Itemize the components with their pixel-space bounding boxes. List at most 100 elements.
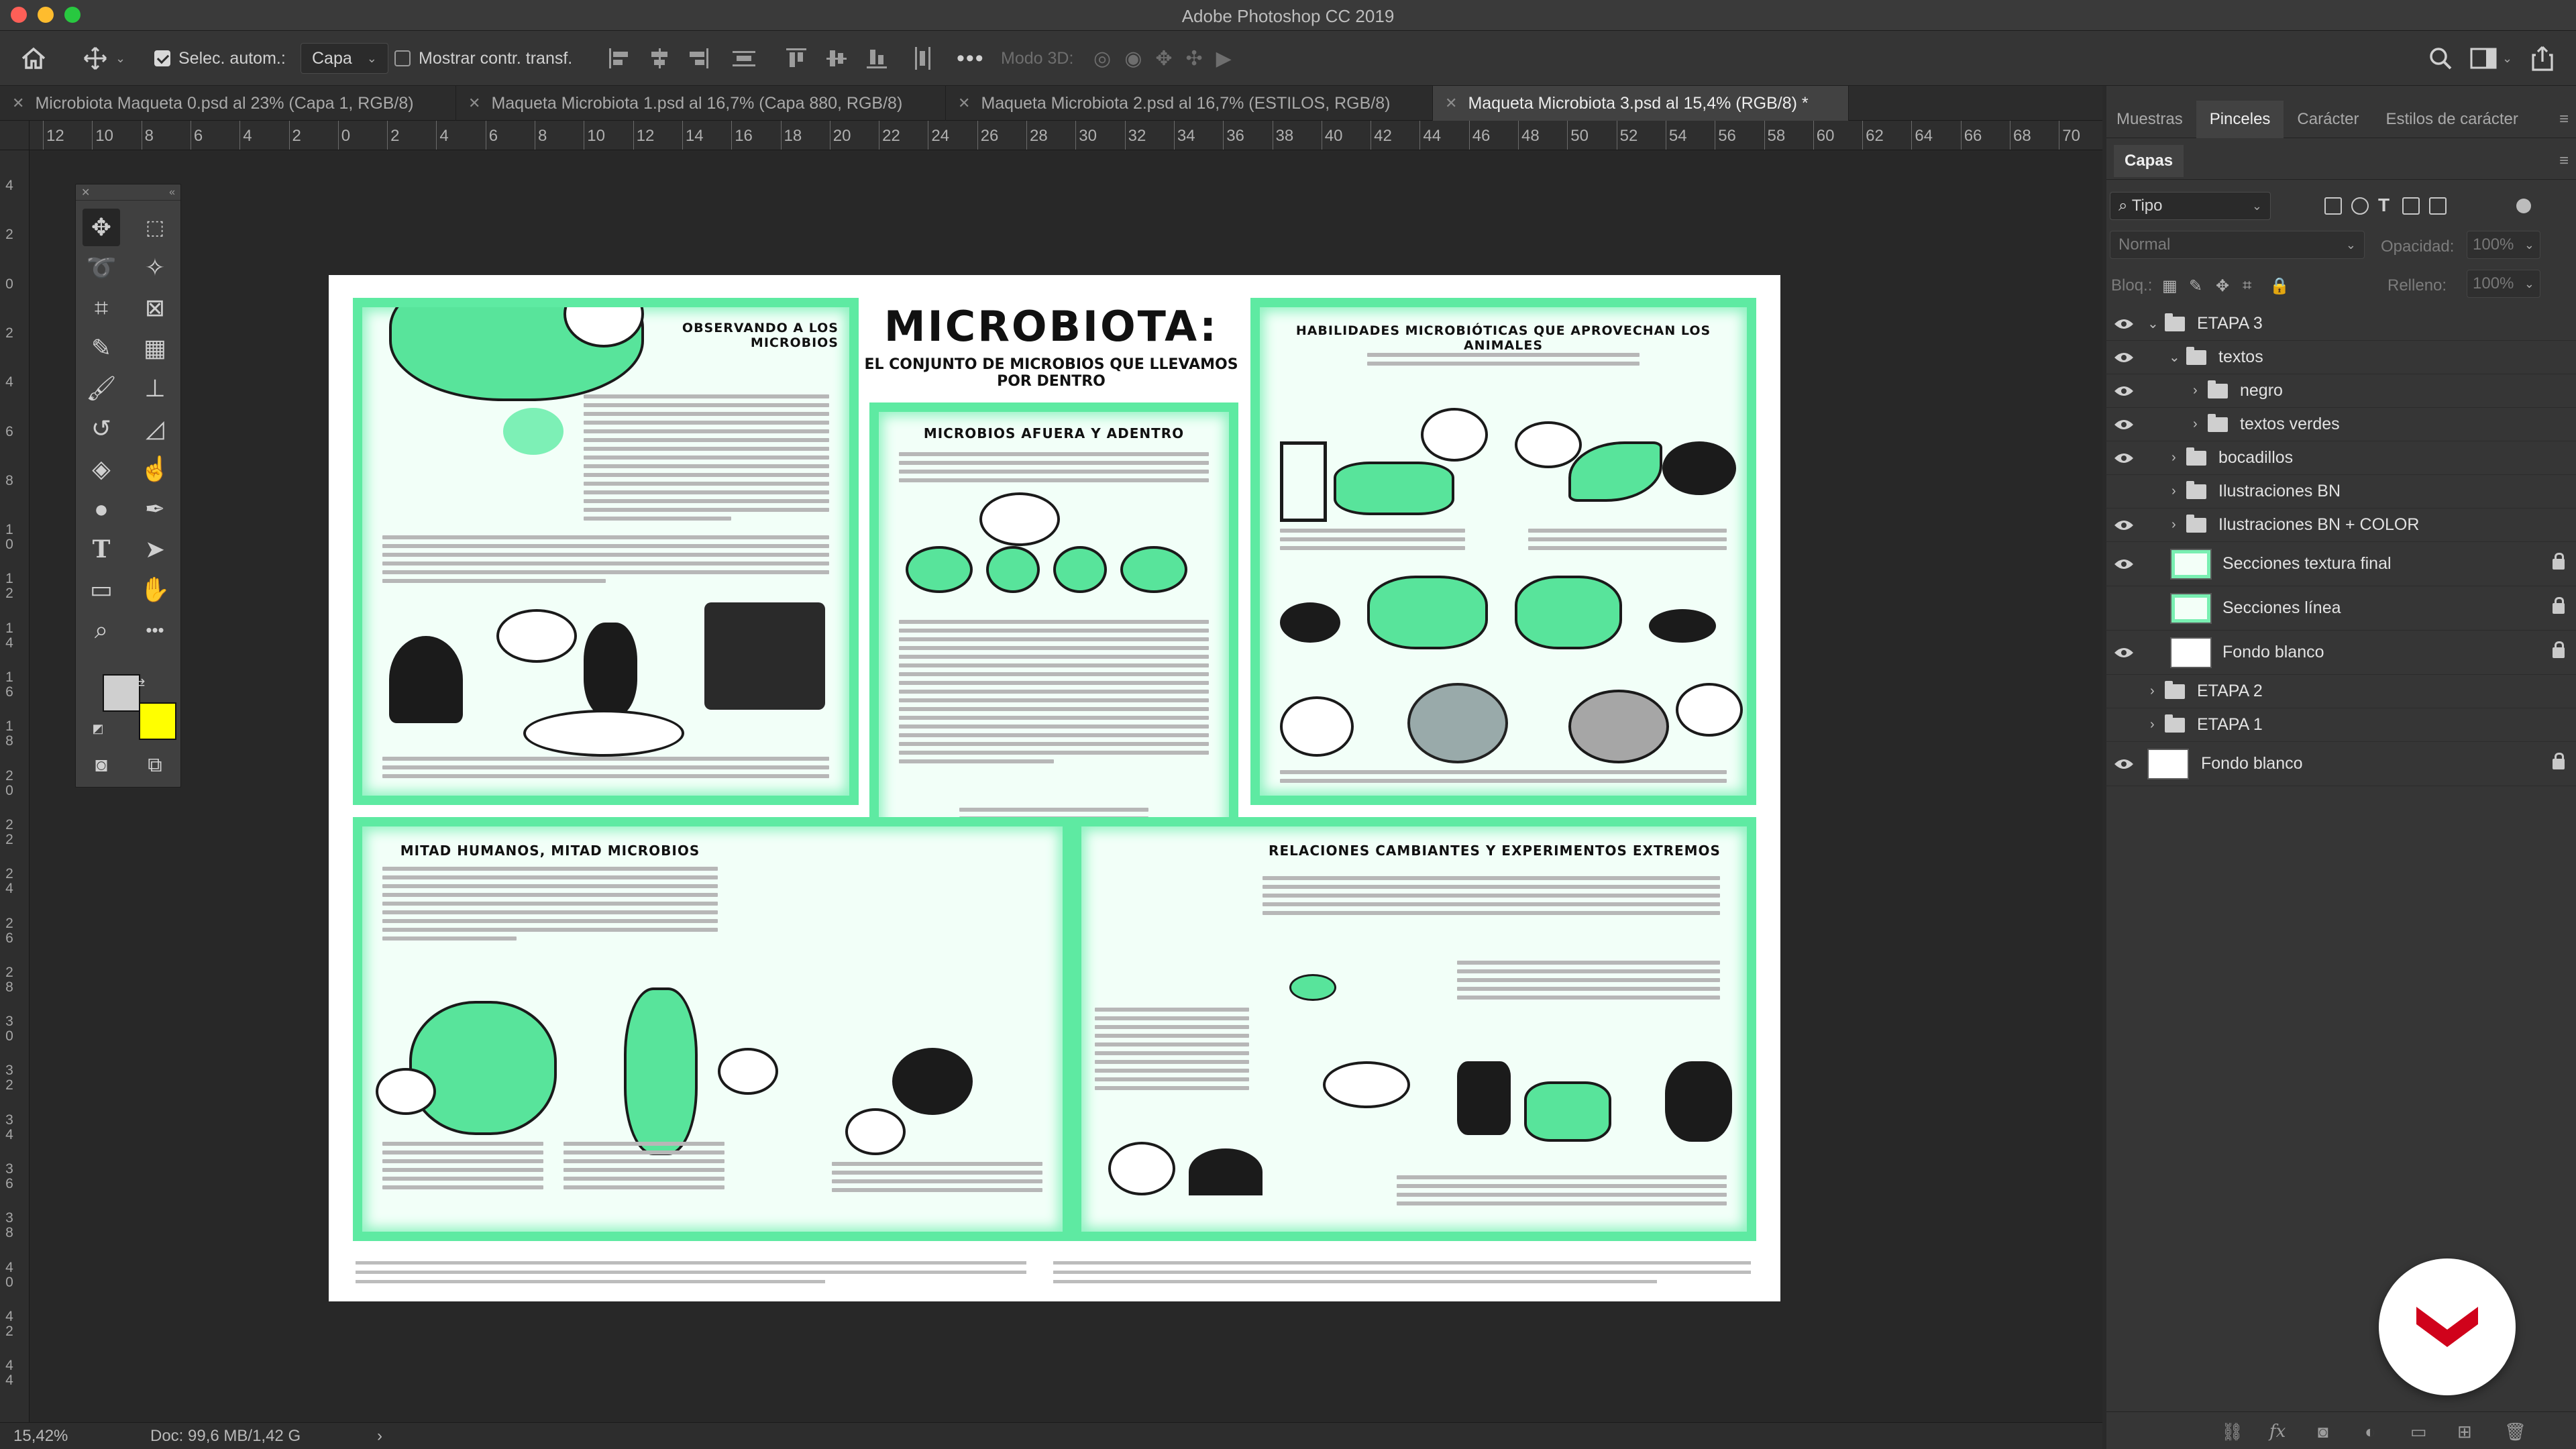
layer-group-negro[interactable]: › negro xyxy=(2103,374,2576,408)
paint-bucket-tool[interactable]: ◈ xyxy=(83,450,120,488)
layer-group-ilustraciones-bn-color[interactable]: › Ilustraciones BN + COLOR xyxy=(2103,508,2576,542)
eye-hidden-icon[interactable] xyxy=(2114,482,2134,502)
align-top-icon[interactable] xyxy=(785,47,808,70)
magic-wand-tool[interactable]: ✧ xyxy=(136,249,174,286)
history-brush-tool[interactable]: ↺ xyxy=(83,410,120,447)
edit-toolbar-button[interactable]: ••• xyxy=(136,611,174,649)
zoom-level[interactable]: 15,42% xyxy=(13,1427,68,1446)
3d-slide-icon[interactable]: ✣ xyxy=(1186,47,1203,70)
workspace-switcher[interactable]: ⌄ xyxy=(2470,31,2512,86)
filter-type-icon[interactable]: T xyxy=(2378,195,2390,216)
share-button[interactable] xyxy=(2530,31,2555,86)
chevron-right-icon[interactable]: › xyxy=(2171,450,2176,466)
tab-estilos-caracter[interactable]: Estilos de carácter xyxy=(2372,101,2531,138)
3d-pan-icon[interactable]: ✥ xyxy=(1155,47,1172,70)
filter-adjustment-icon[interactable] xyxy=(2351,197,2369,215)
layer-group-etapa-2[interactable]: › ETAPA 2 xyxy=(2103,675,2576,708)
dodge-tool[interactable]: ● xyxy=(83,490,120,528)
move-tool[interactable]: ✥ xyxy=(83,209,120,246)
3d-camera-icon[interactable]: ▶ xyxy=(1216,47,1232,70)
delete-layer-icon[interactable]: 🗑 xyxy=(2504,1421,2526,1442)
document-page[interactable]: OBSERVANDO A LOS MICROBIOS MICROBIOTA: E… xyxy=(329,275,1780,1301)
vertical-ruler[interactable]: 4 2 0 2 4 6 8 1 0 1 2 1 4 1 6 1 8 2 0 2 2 2 4 2 6 2 8 3 0… xyxy=(0,150,30,1422)
home-button[interactable] xyxy=(20,31,47,86)
layer-group-textos-verdes[interactable]: › textos verdes xyxy=(2103,408,2576,441)
default-colors-button[interactable]: ◩ xyxy=(88,718,108,739)
filter-shape-icon[interactable] xyxy=(2402,197,2420,215)
lock-transparent-icon[interactable]: ▦ xyxy=(2162,276,2178,296)
eye-hidden-icon[interactable] xyxy=(2114,598,2134,619)
panel-menu-icon[interactable]: ≡ xyxy=(2559,110,2569,129)
quick-mask-button[interactable]: ◙ xyxy=(83,747,120,784)
new-group-icon[interactable]: ▭ xyxy=(2410,1421,2427,1442)
more-options-button[interactable]: ••• xyxy=(957,31,985,86)
align-center-h-icon[interactable] xyxy=(648,47,671,70)
close-tab-icon[interactable]: ✕ xyxy=(1445,95,1457,112)
chevron-right-icon[interactable]: › xyxy=(2193,417,2198,432)
chevron-down-icon[interactable]: ⌄ xyxy=(2169,349,2180,366)
eye-icon[interactable] xyxy=(2114,515,2134,535)
align-bottom-icon[interactable] xyxy=(865,47,888,70)
document-tab[interactable]: ✕ Maqueta Microbiota 2.psd al 16,7% (ESTI… xyxy=(946,86,1433,121)
hand-tool[interactable]: ✋ xyxy=(136,571,174,608)
layers-menu-icon[interactable]: ≡ xyxy=(2559,152,2569,170)
swap-colors-button[interactable]: ⇄ xyxy=(129,673,150,693)
eye-icon[interactable] xyxy=(2114,415,2134,435)
document-tab[interactable]: ✕ Microbiota Maqueta 0.psd al 23% (Capa 1… xyxy=(0,86,456,121)
auto-select-checkbox[interactable]: Selec. autom.: xyxy=(154,31,286,86)
collapse-panel-icon[interactable]: « xyxy=(169,186,175,199)
type-tool[interactable]: T xyxy=(83,531,120,568)
pen-tool[interactable]: ✒ xyxy=(136,490,174,528)
align-right-icon[interactable] xyxy=(687,47,710,70)
chevron-down-icon[interactable]: ⌄ xyxy=(2147,315,2159,332)
layer-group-etapa-3[interactable]: ⌄ ETAPA 3 xyxy=(2103,307,2576,341)
layer-group-textos[interactable]: ⌄ textos xyxy=(2103,341,2576,374)
distribute-h-icon[interactable] xyxy=(733,47,755,70)
path-selection-tool[interactable]: ➤ xyxy=(136,531,174,568)
document-tab-active[interactable]: ✕ Maqueta Microbiota 3.psd al 15,4% (RGB/… xyxy=(1433,86,1849,121)
document-tab[interactable]: ✕ Maqueta Microbiota 1.psd al 16,7% (Capa… xyxy=(456,86,946,121)
eyedropper-tool[interactable]: ✎ xyxy=(83,329,120,367)
close-tab-icon[interactable]: ✕ xyxy=(12,95,24,112)
crop-tool[interactable]: ⌗ xyxy=(83,289,120,327)
layer-secciones-textura-final[interactable]: Secciones textura final xyxy=(2103,542,2576,586)
healing-brush-tool[interactable]: ▦ xyxy=(136,329,174,367)
tab-pinceles[interactable]: Pinceles xyxy=(2196,100,2284,138)
close-panel-icon[interactable]: ✕ xyxy=(81,186,90,199)
horizontal-ruler[interactable]: 12 10 8 6 4 2 0 2 4 6 8 10 12 14 16 18 20 22 24 26 28 30 32 34 3… xyxy=(30,121,2102,150)
lock-image-icon[interactable]: ✎ xyxy=(2189,276,2202,296)
screen-mode-button[interactable]: ⧉ xyxy=(136,747,174,784)
eye-icon[interactable] xyxy=(2114,347,2134,368)
background-color-swatch[interactable] xyxy=(139,702,176,740)
ruler-origin[interactable] xyxy=(0,121,30,150)
layer-fondo-blanco-root[interactable]: Fondo blanco xyxy=(2103,742,2576,786)
tab-muestras[interactable]: Muestras xyxy=(2103,101,2196,138)
align-middle-v-icon[interactable] xyxy=(825,47,848,70)
lock-position-icon[interactable]: ✥ xyxy=(2216,276,2229,296)
marquee-tool[interactable]: ⬚ xyxy=(136,209,174,246)
layer-group-bocadillos[interactable]: › bocadillos xyxy=(2103,441,2576,475)
distribute-v-icon[interactable] xyxy=(911,47,934,70)
show-transform-checkbox[interactable]: Mostrar contr. transf. xyxy=(394,31,572,86)
filter-smart-object-icon[interactable] xyxy=(2429,197,2447,215)
eye-icon[interactable] xyxy=(2114,754,2134,774)
3d-orbit-icon[interactable]: ◎ xyxy=(1093,47,1111,70)
close-tab-icon[interactable]: ✕ xyxy=(468,95,480,112)
3d-roll-icon[interactable]: ◉ xyxy=(1124,47,1142,70)
chevron-right-icon[interactable]: › xyxy=(2150,717,2155,733)
rectangle-tool[interactable]: ▭ xyxy=(83,571,120,608)
status-menu-chevron-icon[interactable]: › xyxy=(377,1427,382,1446)
brush-tool[interactable]: 🖌 xyxy=(83,370,120,407)
eye-hidden-icon[interactable] xyxy=(2114,682,2134,702)
filter-toggle-icon[interactable] xyxy=(2516,199,2531,213)
layer-group-ilustraciones-bn[interactable]: › Ilustraciones BN xyxy=(2103,475,2576,508)
eye-icon[interactable] xyxy=(2114,554,2134,574)
layer-secciones-linea[interactable]: Secciones línea xyxy=(2103,586,2576,631)
tab-caracter[interactable]: Carácter xyxy=(2284,101,2372,138)
lock-artboard-icon[interactable]: ⌗ xyxy=(2243,276,2252,295)
eye-icon[interactable] xyxy=(2114,381,2134,401)
eye-icon[interactable] xyxy=(2114,314,2134,334)
lock-all-icon[interactable]: 🔒 xyxy=(2269,276,2290,296)
zoom-tool[interactable]: ⌕ xyxy=(83,611,120,649)
eye-hidden-icon[interactable] xyxy=(2114,715,2134,735)
